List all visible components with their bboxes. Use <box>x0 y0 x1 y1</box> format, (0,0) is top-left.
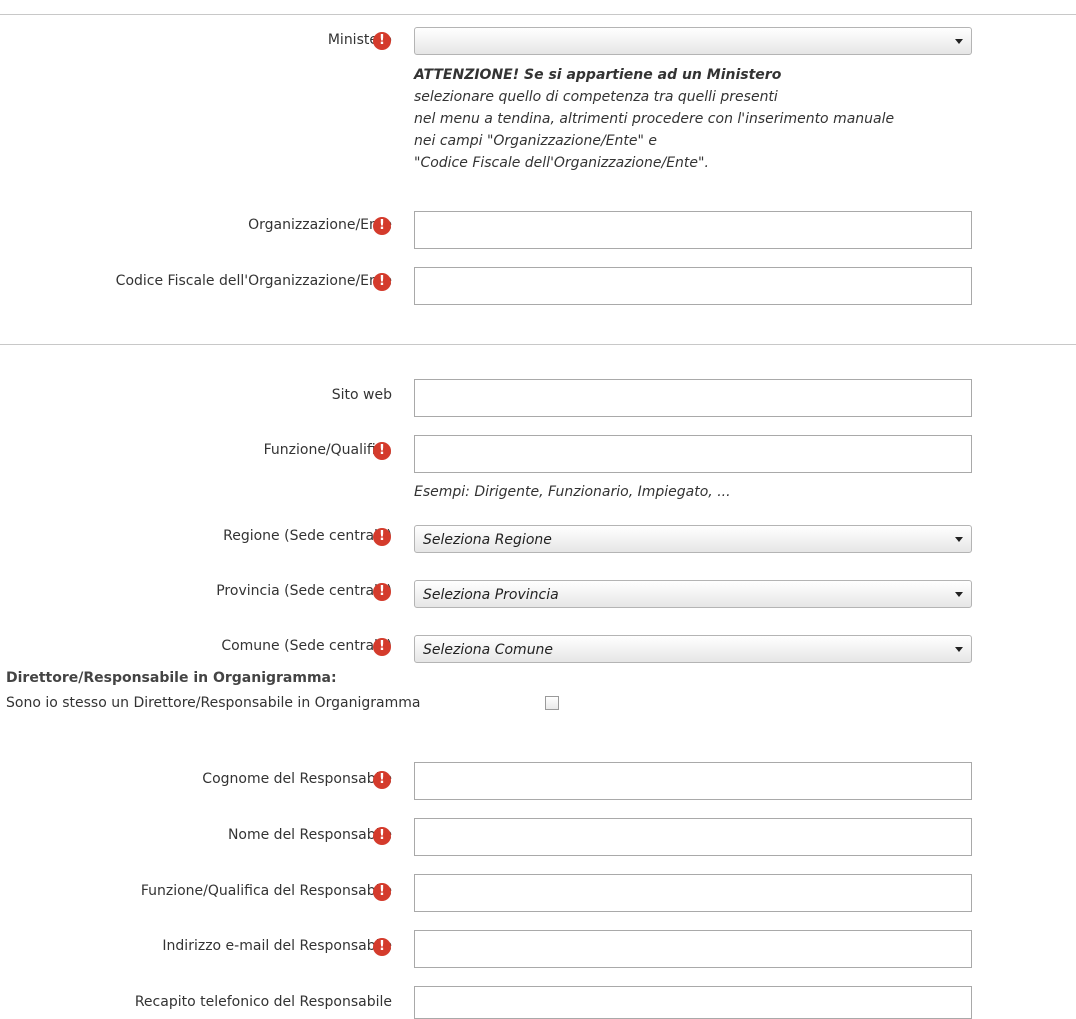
exclamation-icon: ! <box>373 32 391 50</box>
ministero-note: ATTENZIONE! Se si appartiene ad un Minis… <box>414 64 894 174</box>
exclamation-icon: ! <box>373 883 391 901</box>
ministero-select[interactable] <box>414 27 972 55</box>
top-divider <box>0 14 1076 15</box>
provincia-select[interactable]: Seleziona Provincia <box>414 580 972 608</box>
note-line: nel menu a tendina, altrimenti procedere… <box>414 111 895 127</box>
exclamation-icon: ! <box>373 217 391 235</box>
chevron-down-icon <box>955 647 963 652</box>
codice-fiscale-label: Codice Fiscale dell'Organizzazione/Ente <box>115 273 392 289</box>
direttore-section-title: Direttore/Responsabile in Organigramma: <box>6 670 337 686</box>
telefono-responsabile-label: Recapito telefonico del Responsabile <box>134 994 392 1010</box>
exclamation-icon: ! <box>373 771 391 789</box>
comune-label: Comune (Sede centrale) <box>221 638 392 654</box>
comune-select[interactable]: Seleziona Comune <box>414 635 972 663</box>
exclamation-icon: ! <box>373 638 391 656</box>
funzione-responsabile-input[interactable] <box>414 874 972 912</box>
organizzazione-label: Organizzazione/Ente <box>248 217 392 233</box>
email-responsabile-label: Indirizzo e-mail del Responsabile <box>162 938 392 954</box>
regione-label: Regione (Sede centrale) <box>223 528 392 544</box>
note-line: "Codice Fiscale dell'Organizzazione/Ente… <box>414 155 709 171</box>
note-line: ATTENZIONE! Se si appartiene ad un Minis… <box>414 67 782 83</box>
chevron-down-icon <box>955 537 963 542</box>
chevron-down-icon <box>955 39 963 44</box>
regione-select-value: Seleziona Regione <box>423 532 552 548</box>
chevron-down-icon <box>955 592 963 597</box>
note-line: nei campi "Organizzazione/Ente" e <box>414 133 658 149</box>
sito-web-input[interactable] <box>414 379 972 417</box>
regione-select[interactable]: Seleziona Regione <box>414 525 972 553</box>
provincia-label: Provincia (Sede centrale) <box>216 583 392 599</box>
comune-select-value: Seleziona Comune <box>423 642 554 658</box>
funzione-input[interactable] <box>414 435 972 473</box>
nome-responsabile-label: Nome del Responsabile <box>227 827 392 843</box>
exclamation-icon: ! <box>373 442 391 460</box>
provincia-select-value: Seleziona Provincia <box>423 587 559 603</box>
telefono-responsabile-input[interactable] <box>414 986 972 1019</box>
note-line: selezionare quello di competenza tra que… <box>414 89 778 105</box>
cognome-responsabile-label: Cognome del Responsabile <box>202 771 392 787</box>
exclamation-icon: ! <box>373 583 391 601</box>
nome-responsabile-input[interactable] <box>414 818 972 856</box>
email-responsabile-input[interactable] <box>414 930 972 968</box>
cognome-responsabile-input[interactable] <box>414 762 972 800</box>
codice-fiscale-input[interactable] <box>414 267 972 305</box>
exclamation-icon: ! <box>373 528 391 546</box>
exclamation-icon: ! <box>373 273 391 291</box>
organizzazione-input[interactable] <box>414 211 972 249</box>
funzione-hint: Esempi: Dirigente, Funzionario, Impiegat… <box>414 484 731 500</box>
sito-web-label: Sito web <box>331 387 392 403</box>
exclamation-icon: ! <box>373 827 391 845</box>
exclamation-icon: ! <box>373 938 391 956</box>
direttore-self-checkbox[interactable] <box>545 696 559 710</box>
section-divider <box>0 344 1076 345</box>
funzione-responsabile-label: Funzione/Qualifica del Responsabile <box>140 883 392 899</box>
direttore-self-label: Sono io stesso un Direttore/Responsabile… <box>6 695 421 711</box>
